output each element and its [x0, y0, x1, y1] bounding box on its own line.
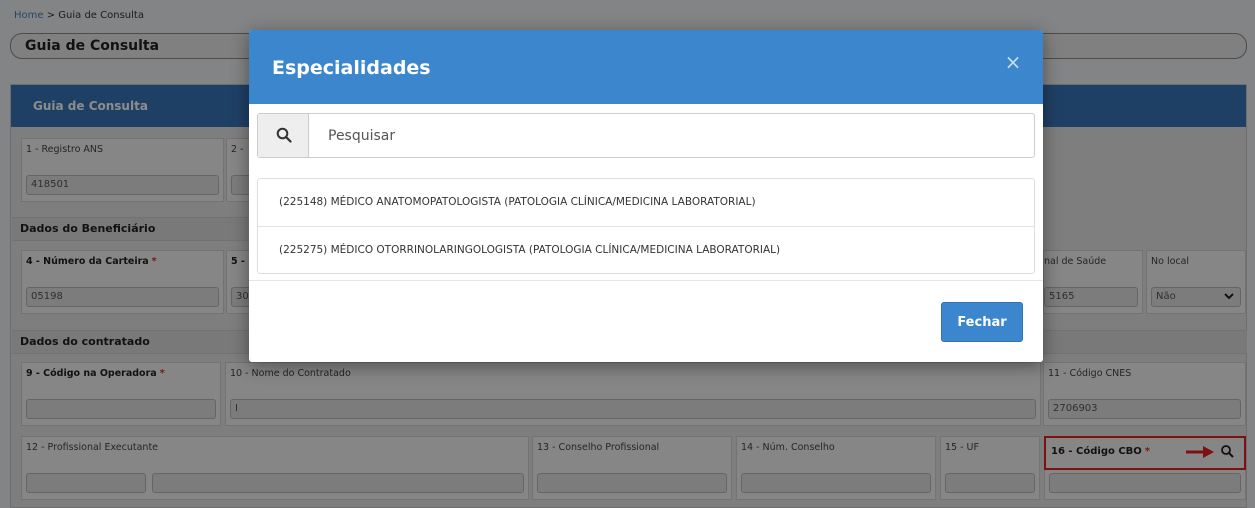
search-icon: [276, 127, 292, 143]
close-icon[interactable]: ×: [1003, 52, 1023, 72]
especialidades-modal: Especialidades × (225148) MÉDICO ANATOMO…: [249, 30, 1043, 362]
modal-title: Especialidades: [272, 57, 431, 79]
results-list: (225148) MÉDICO ANATOMOPATOLOGISTA (PATO…: [257, 178, 1035, 274]
modal-footer: Fechar: [249, 280, 1043, 362]
search-input[interactable]: [310, 114, 1034, 157]
list-item[interactable]: (225275) MÉDICO OTORRINOLARINGOLOGISTA (…: [258, 226, 1034, 273]
close-button[interactable]: Fechar: [941, 302, 1023, 342]
search-group: [257, 113, 1035, 158]
search-addon: [258, 114, 309, 157]
list-item[interactable]: (225148) MÉDICO ANATOMOPATOLOGISTA (PATO…: [258, 179, 1034, 226]
modal-header: Especialidades ×: [249, 30, 1043, 104]
